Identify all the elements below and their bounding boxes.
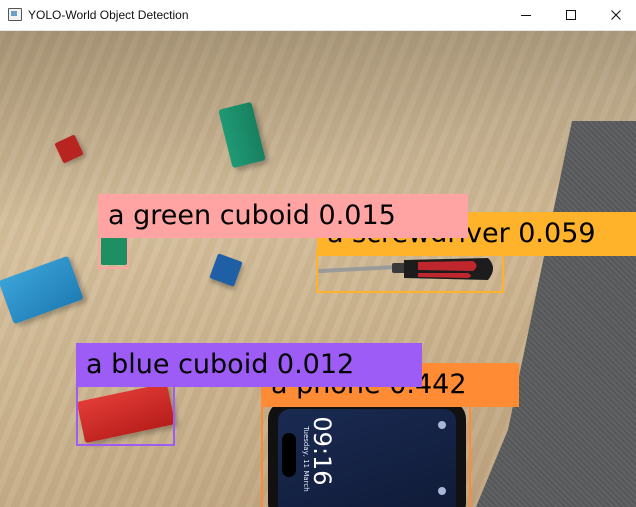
app-icon — [8, 8, 22, 21]
close-icon — [611, 10, 621, 20]
detection-canvas: 09:16 Tuesday, 11 March a screwdriver 0.… — [0, 31, 636, 507]
phone-bbox — [261, 405, 471, 507]
screwdriver-bbox — [316, 250, 504, 293]
title-bar[interactable]: YOLO-World Object Detection — [0, 0, 636, 31]
blue-cuboid-label: a blue cuboid 0.012 — [76, 343, 422, 387]
app-window: YOLO-World Object Detection 09:16 Tuesda… — [0, 0, 636, 507]
minimize-button[interactable] — [503, 0, 549, 30]
maximize-button[interactable] — [548, 0, 594, 30]
minimize-icon — [521, 15, 531, 16]
blue-cuboid-bbox — [76, 384, 175, 446]
window-title: YOLO-World Object Detection — [28, 8, 189, 22]
close-button[interactable] — [593, 0, 636, 30]
maximize-icon — [566, 10, 576, 20]
green-cuboid-bbox — [98, 235, 129, 269]
green-cuboid-label: a green cuboid 0.015 — [98, 194, 468, 238]
